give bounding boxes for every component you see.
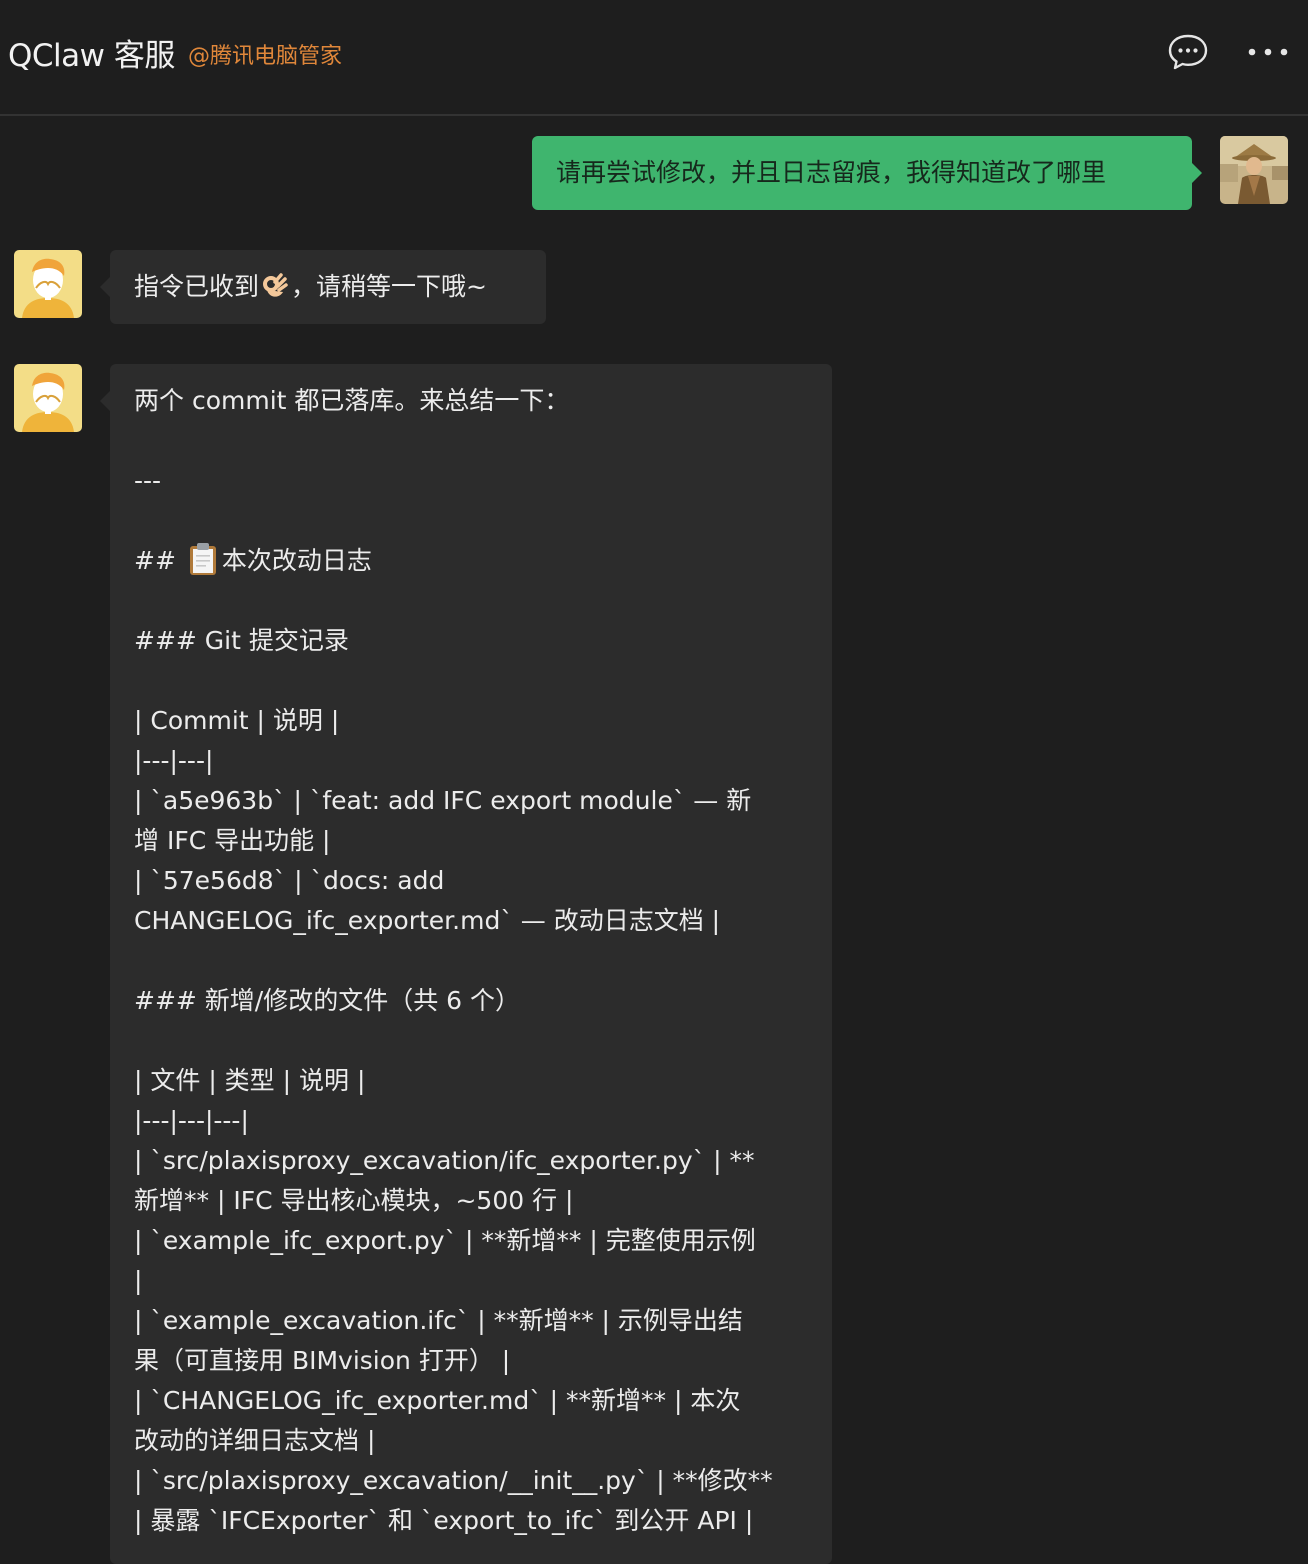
ok-hand-emoji-icon [263, 273, 288, 297]
summary-line: --- [134, 466, 162, 495]
heading-text: 本次改动日志 [221, 546, 372, 575]
summary-line: | `example_ifc_export.py` | **新增** | 完整使… [134, 1226, 756, 1255]
chat-title: QClaw 客服 [8, 38, 175, 74]
summary-line: 增 IFC 导出功能 | [134, 826, 331, 855]
bot-summary-bubble[interactable]: 两个 commit 都已落库。来总结一下： --- ## 本次改动日志 ### … [100, 364, 832, 1564]
summary-line: CHANGELOG_ifc_exporter.md` — 改动日志文档 | [134, 906, 721, 935]
summary-line [134, 581, 808, 621]
user-message-text: 请再尝试修改，并且日志留痕，我得知道改了哪里 [556, 158, 1107, 187]
summary-line: | `57e56d8` | `docs: add [134, 866, 445, 895]
summary-line [134, 421, 808, 461]
summary-line: | `a5e963b` | `feat: add IFC export modu… [134, 786, 752, 815]
summary-line: 改动的详细日志文档 | [134, 1426, 376, 1455]
summary-line: | `example_excavation.ifc` | **新增** | 示例… [134, 1306, 743, 1335]
summary-line: | `src/plaxisproxy_excavation/ifc_export… [134, 1146, 755, 1175]
summary-line [134, 661, 808, 701]
clipboard-emoji-icon [189, 543, 216, 575]
summary-line: | `CHANGELOG_ifc_exporter.md` | **新增** |… [134, 1386, 741, 1415]
summary-line [134, 941, 808, 981]
summary-line: |---|---| [134, 746, 214, 775]
more-options-icon[interactable] [1246, 30, 1290, 74]
user-message-bubble[interactable]: 请再尝试修改，并且日志留痕，我得知道改了哪里 [532, 136, 1202, 210]
chat-subtitle[interactable]: @腾讯电脑管家 [188, 38, 342, 70]
summary-line: | [134, 1266, 143, 1295]
summary-line [134, 1021, 808, 1061]
summary-line: | 暴露 `IFCExporter` 和 `export_to_ifc` 到公开… [134, 1506, 754, 1535]
bot-avatar-2[interactable] [14, 364, 82, 432]
heading-prefix: ## [134, 546, 184, 575]
summary-line: | 文件 | 类型 | 说明 | [134, 1066, 366, 1095]
ack-text-after: ，请稍等一下哦~ [291, 272, 487, 301]
ack-text-before: 指令已收到 [134, 272, 260, 301]
chat-header: QClaw 客服 @腾讯电脑管家 [0, 0, 1308, 116]
user-avatar[interactable] [1220, 136, 1288, 204]
bot-avatar[interactable] [14, 250, 82, 318]
bot-ack-bubble[interactable]: 指令已收到 ，请稍等一下哦~ [100, 250, 546, 324]
summary-line: 两个 commit 都已落库。来总结一下： [134, 386, 570, 415]
summary-line: 果（可直接用 BIMvision 打开） | [134, 1346, 511, 1375]
summary-line: | `src/plaxisproxy_excavation/__init__.p… [134, 1466, 773, 1495]
summary-heading: ## 本次改动日志 [134, 541, 808, 581]
summary-line: ### Git 提交记录 [134, 626, 349, 655]
summary-line: | Commit | 说明 | [134, 706, 340, 735]
summary-line: |---|---|---| [134, 1106, 249, 1135]
summary-line: 新增** | IFC 导出核心模块，~500 行 | [134, 1186, 574, 1215]
chat-bubble-icon[interactable] [1166, 30, 1210, 74]
bot-ack-text: 指令已收到 ，请稍等一下哦~ [134, 267, 487, 307]
summary-line: ### 新增/修改的文件（共 6 个） [134, 986, 521, 1015]
summary-line [134, 501, 808, 541]
